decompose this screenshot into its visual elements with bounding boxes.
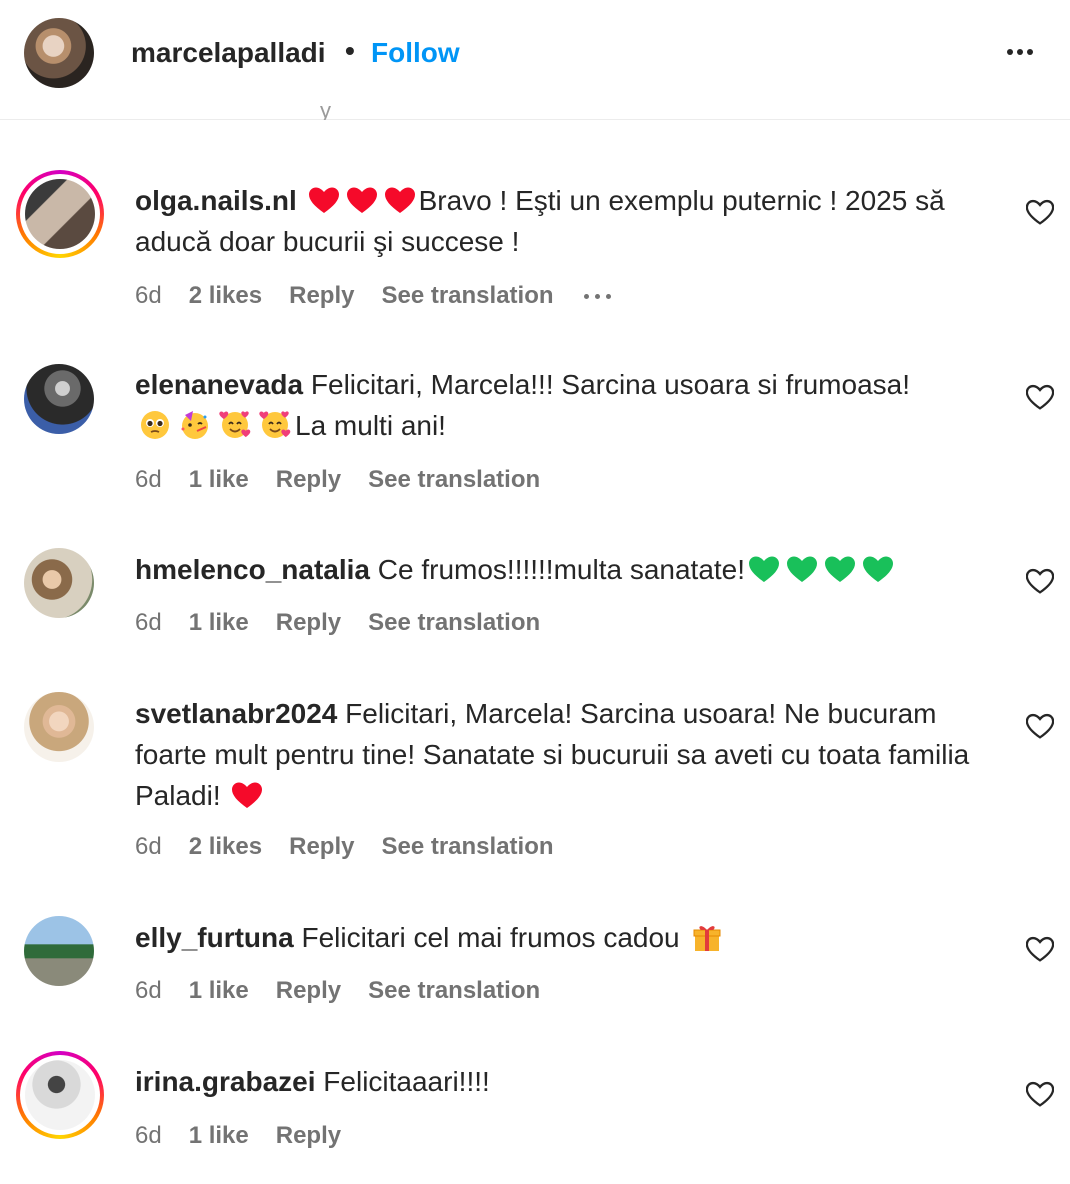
comment-body: Felicitari, Marcela!!! Sarcina usoara si… <box>310 369 910 400</box>
likes-count[interactable]: 2 likes <box>189 282 262 310</box>
comment-username[interactable]: svetlanabr2024 <box>135 698 337 729</box>
green-heart-icon <box>749 556 780 582</box>
commenter-avatar[interactable] <box>24 916 94 986</box>
likes-count[interactable]: 1 like <box>189 1122 249 1150</box>
red-heart-icon <box>308 187 339 213</box>
see-translation-button[interactable]: See translation <box>381 282 553 310</box>
comment-body: Felicitari cel mai frumos cadou <box>301 922 680 953</box>
comment-time[interactable]: 6d <box>135 833 162 861</box>
likes-count[interactable]: 1 like <box>189 977 249 1005</box>
reply-button[interactable]: Reply <box>276 609 341 637</box>
see-translation-button[interactable]: See translation <box>368 466 540 494</box>
wrapped-gift-icon <box>693 926 721 951</box>
comment-username[interactable]: olga.nails.nl <box>135 185 297 216</box>
red-heart-icon <box>346 187 377 213</box>
comment-meta: 6d 1 like Reply See translation <box>135 977 567 1005</box>
reply-button[interactable]: Reply <box>276 977 341 1005</box>
commenter-avatar <box>25 179 95 249</box>
author-username[interactable]: marcelapalladi <box>131 37 326 69</box>
comment-body: Felicitaaari!!!! <box>323 1066 490 1097</box>
reply-button[interactable]: Reply <box>276 466 341 494</box>
comment-text: olga.nails.nl Bravo ! Eşti un exemplu pu… <box>135 180 995 262</box>
pleading-face-icon <box>141 411 169 439</box>
green-heart-icon <box>825 556 856 582</box>
post-header: marcelapalladi • Follow y <box>0 0 1070 120</box>
author-avatar[interactable] <box>24 18 94 88</box>
comment-meta: 6d 1 like Reply See translation <box>135 466 567 494</box>
comment-time[interactable]: 6d <box>135 466 162 494</box>
comment-time[interactable]: 6d <box>135 977 162 1005</box>
likes-count[interactable]: 1 like <box>189 609 249 637</box>
smiling-face-with-hearts-icon <box>259 411 291 438</box>
like-heart-icon[interactable] <box>1026 935 1054 963</box>
story-ring[interactable] <box>16 1051 104 1139</box>
like-heart-icon[interactable] <box>1026 567 1054 595</box>
commenter-avatar[interactable] <box>24 548 94 618</box>
story-ring[interactable] <box>16 170 104 258</box>
comment-username[interactable]: elenanevada <box>135 369 303 400</box>
reply-button[interactable]: Reply <box>276 1122 341 1150</box>
comment-text: hmelenco_natalia Ce frumos!!!!!!multa sa… <box>135 549 995 590</box>
commenter-avatar[interactable] <box>24 692 94 762</box>
comment-time[interactable]: 6d <box>135 1122 162 1150</box>
comment-time[interactable]: 6d <box>135 609 162 637</box>
comment-body-2: La multi ani! <box>295 410 446 441</box>
reply-button[interactable]: Reply <box>289 833 354 861</box>
see-translation-button[interactable]: See translation <box>368 609 540 637</box>
likes-count[interactable]: 2 likes <box>189 833 262 861</box>
comment-meta: 6d 1 like Reply See translation <box>135 609 567 637</box>
partying-face-icon <box>181 411 208 439</box>
commenter-avatar[interactable] <box>24 364 94 434</box>
comment-text: elenanevada Felicitari, Marcela!!! Sarci… <box>135 364 995 446</box>
more-options-icon[interactable] <box>1000 32 1040 72</box>
comment-options-icon[interactable] <box>581 293 614 299</box>
comment-text: elly_furtuna Felicitari cel mai frumos c… <box>135 917 995 958</box>
comment-text: irina.grabazei Felicitaaari!!!! <box>135 1061 995 1102</box>
comment-username[interactable]: irina.grabazei <box>135 1066 316 1097</box>
green-heart-icon <box>863 556 894 582</box>
smiling-face-with-hearts-icon <box>219 411 251 438</box>
comment-text: svetlanabr2024 Felicitari, Marcela! Sarc… <box>135 693 995 816</box>
red-heart-icon <box>232 782 263 808</box>
like-heart-icon[interactable] <box>1026 383 1054 411</box>
comment-meta: 6d 2 likes Reply See translation <box>135 282 641 310</box>
green-heart-icon <box>787 556 818 582</box>
like-heart-icon[interactable] <box>1026 198 1054 226</box>
see-translation-button[interactable]: See translation <box>381 833 553 861</box>
clipped-text: y <box>320 104 331 120</box>
like-heart-icon[interactable] <box>1026 712 1054 740</box>
comment-time[interactable]: 6d <box>135 282 162 310</box>
follow-button[interactable]: Follow <box>371 37 460 69</box>
comment-meta: 6d 2 likes Reply See translation <box>135 833 581 861</box>
see-translation-button[interactable]: See translation <box>368 977 540 1005</box>
red-heart-icon <box>384 187 415 213</box>
comment-username[interactable]: hmelenco_natalia <box>135 554 370 585</box>
likes-count[interactable]: 1 like <box>189 466 249 494</box>
commenter-avatar <box>25 1060 95 1130</box>
comment-username[interactable]: elly_furtuna <box>135 922 294 953</box>
like-heart-icon[interactable] <box>1026 1080 1054 1108</box>
comment-body: Ce frumos!!!!!!multa sanatate! <box>377 554 746 585</box>
reply-button[interactable]: Reply <box>289 282 354 310</box>
separator-dot: • <box>345 35 355 66</box>
comment-meta: 6d 1 like Reply <box>135 1122 368 1150</box>
